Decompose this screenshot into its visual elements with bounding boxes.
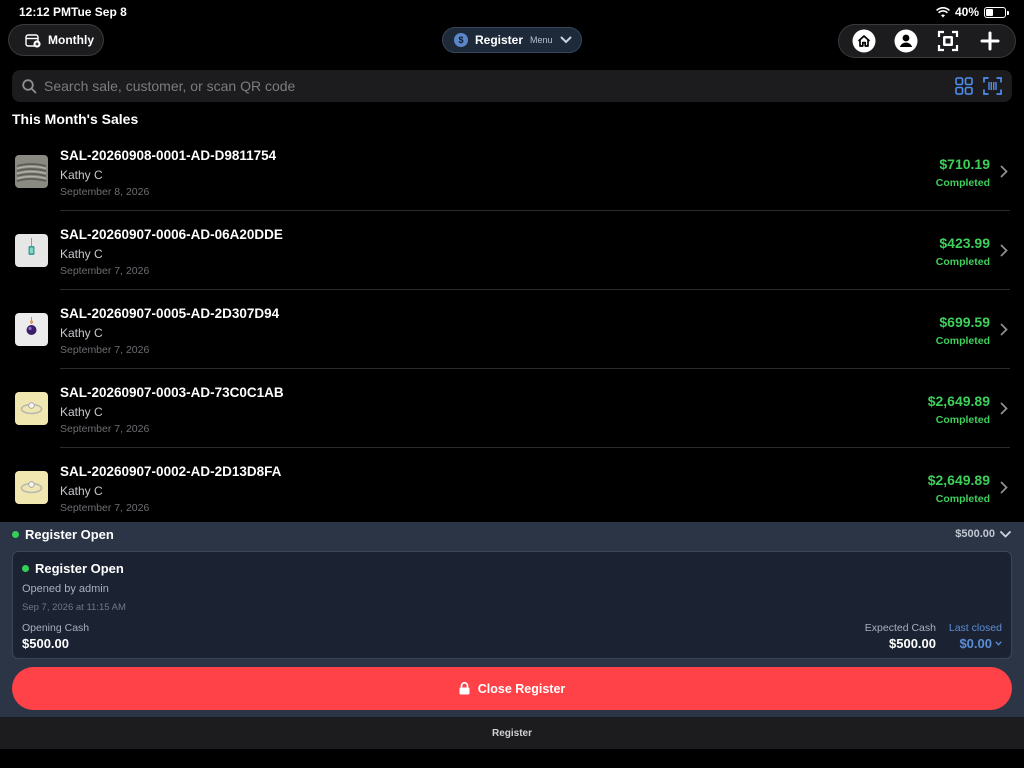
- bottom-tab-bar: Register: [0, 717, 1024, 749]
- register-panel: Register Open $500.00 Register Open Open…: [0, 522, 1024, 717]
- search-right-icons: [955, 77, 1002, 95]
- opened-by: Opened by admin: [22, 583, 109, 595]
- calendar-icon: [25, 33, 41, 48]
- sale-amount: $699.59: [939, 314, 990, 330]
- scan-button[interactable]: [934, 27, 962, 55]
- register-card-title-text: Register Open: [35, 561, 124, 576]
- search-bar: [12, 70, 1012, 102]
- sale-date: September 7, 2026: [60, 344, 150, 356]
- monthly-period-button[interactable]: Monthly: [8, 24, 104, 56]
- sale-row[interactable]: SAL-20260907-0006-AD-06A20DDE Kathy C Se…: [0, 211, 1024, 290]
- close-register-button[interactable]: Close Register: [12, 667, 1012, 710]
- product-thumbnail: [15, 471, 48, 504]
- close-register-label: Close Register: [477, 681, 566, 696]
- sale-row[interactable]: SAL-20260908-0001-AD-D9811754 Kathy C Se…: [0, 132, 1024, 211]
- chevron-right-icon: [1000, 165, 1008, 178]
- profile-icon: [894, 29, 918, 53]
- battery-icon: [984, 6, 1009, 18]
- expected-cash-label: Expected Cash: [864, 622, 936, 634]
- status-bar: 12:12 PM Tue Sep 8 40%: [0, 0, 1024, 22]
- sale-customer: Kathy C: [60, 168, 103, 182]
- last-closed-label[interactable]: Last closed: [949, 622, 1002, 634]
- sale-status: Completed: [935, 493, 990, 505]
- status-dot-icon: [22, 565, 29, 572]
- wifi-icon: [936, 6, 950, 17]
- sale-id: SAL-20260907-0006-AD-06A20DDE: [60, 227, 283, 242]
- section-title: This Month's Sales: [12, 111, 139, 127]
- dollar-circle-icon: $: [454, 33, 468, 47]
- product-thumbnail: [15, 155, 48, 188]
- register-menu-label: Register: [475, 33, 524, 47]
- product-thumbnail: [15, 234, 48, 267]
- chevron-down-icon: [1000, 530, 1011, 538]
- sale-amount: $710.19: [939, 156, 990, 172]
- sale-status: Completed: [935, 256, 990, 268]
- top-header: Monthly $ Register Menu: [0, 24, 1024, 58]
- last-closed-value[interactable]: $0.00: [959, 636, 1002, 651]
- sales-list: SAL-20260908-0001-AD-D9811754 Kathy C Se…: [0, 132, 1024, 522]
- monthly-label: Monthly: [48, 33, 94, 47]
- register-header-label: Register Open: [25, 527, 114, 542]
- sale-id: SAL-20260907-0005-AD-2D307D94: [60, 306, 280, 321]
- header-action-group: [838, 24, 1016, 58]
- scan-icon: [937, 30, 959, 52]
- chevron-right-icon: [1000, 402, 1008, 415]
- search-input[interactable]: [44, 78, 904, 94]
- status-dot-icon: [12, 531, 19, 538]
- sale-row[interactable]: SAL-20260907-0005-AD-2D307D94 Kathy C Se…: [0, 290, 1024, 369]
- sale-customer: Kathy C: [60, 247, 103, 261]
- sale-customer: Kathy C: [60, 326, 103, 340]
- sale-date: September 7, 2026: [60, 502, 150, 514]
- sale-customer: Kathy C: [60, 484, 103, 498]
- sale-row[interactable]: SAL-20260907-0003-AD-73C0C1AB Kathy C Se…: [0, 369, 1024, 448]
- expected-cash-value: $500.00: [889, 636, 936, 651]
- sale-id: SAL-20260907-0002-AD-2D13D8FA: [60, 464, 282, 479]
- chevron-down-icon: [560, 36, 572, 44]
- last-closed-amount: $0.00: [959, 636, 992, 651]
- sale-date: September 7, 2026: [60, 423, 150, 435]
- sale-date: September 8, 2026: [60, 186, 150, 198]
- register-card: Register Open Opened by admin Sep 7, 202…: [12, 551, 1012, 659]
- add-button[interactable]: [976, 27, 1004, 55]
- sale-row[interactable]: SAL-20260907-0002-AD-2D13D8FA Kathy C Se…: [0, 448, 1024, 522]
- chevron-down-icon: [995, 641, 1002, 646]
- register-menu-sublabel: Menu: [530, 35, 553, 45]
- sale-id: SAL-20260907-0003-AD-73C0C1AB: [60, 385, 284, 400]
- sale-date: September 7, 2026: [60, 265, 150, 277]
- sale-amount: $2,649.89: [927, 472, 990, 488]
- sale-id: SAL-20260908-0001-AD-D9811754: [60, 148, 277, 163]
- opening-cash-value: $500.00: [22, 636, 69, 651]
- product-thumbnail: [15, 313, 48, 346]
- register-header-toggle[interactable]: $500.00: [955, 528, 1011, 540]
- register-header[interactable]: Register Open: [12, 527, 114, 542]
- home-button[interactable]: [850, 27, 878, 55]
- sale-status: Completed: [935, 414, 990, 426]
- tab-register[interactable]: Register: [492, 728, 532, 739]
- chevron-right-icon: [1000, 323, 1008, 336]
- opening-cash-label: Opening Cash: [22, 622, 90, 634]
- grid-view-icon[interactable]: [955, 77, 973, 95]
- sale-status: Completed: [935, 335, 990, 347]
- sale-status: Completed: [935, 177, 990, 189]
- chevron-right-icon: [1000, 244, 1008, 257]
- register-header-amount: $500.00: [955, 528, 995, 540]
- chevron-right-icon: [1000, 481, 1008, 494]
- profile-button[interactable]: [892, 27, 920, 55]
- product-thumbnail: [15, 392, 48, 425]
- sale-amount: $423.99: [939, 235, 990, 251]
- register-menu-button[interactable]: $ Register Menu: [442, 27, 582, 53]
- sale-customer: Kathy C: [60, 405, 103, 419]
- sale-amount: $2,649.89: [927, 393, 990, 409]
- register-card-title: Register Open: [22, 561, 124, 576]
- status-time: 12:12 PM: [19, 5, 72, 19]
- home-icon: [852, 29, 876, 53]
- status-right: 40%: [936, 5, 1009, 19]
- status-date: Tue Sep 8: [71, 5, 127, 19]
- battery-percent: 40%: [954, 5, 979, 19]
- lock-icon: [459, 682, 470, 695]
- plus-icon: [980, 31, 1000, 51]
- opened-at: Sep 7, 2026 at 11:15 AM: [22, 602, 126, 613]
- barcode-scan-icon[interactable]: [983, 77, 1002, 95]
- search-icon: [22, 78, 37, 93]
